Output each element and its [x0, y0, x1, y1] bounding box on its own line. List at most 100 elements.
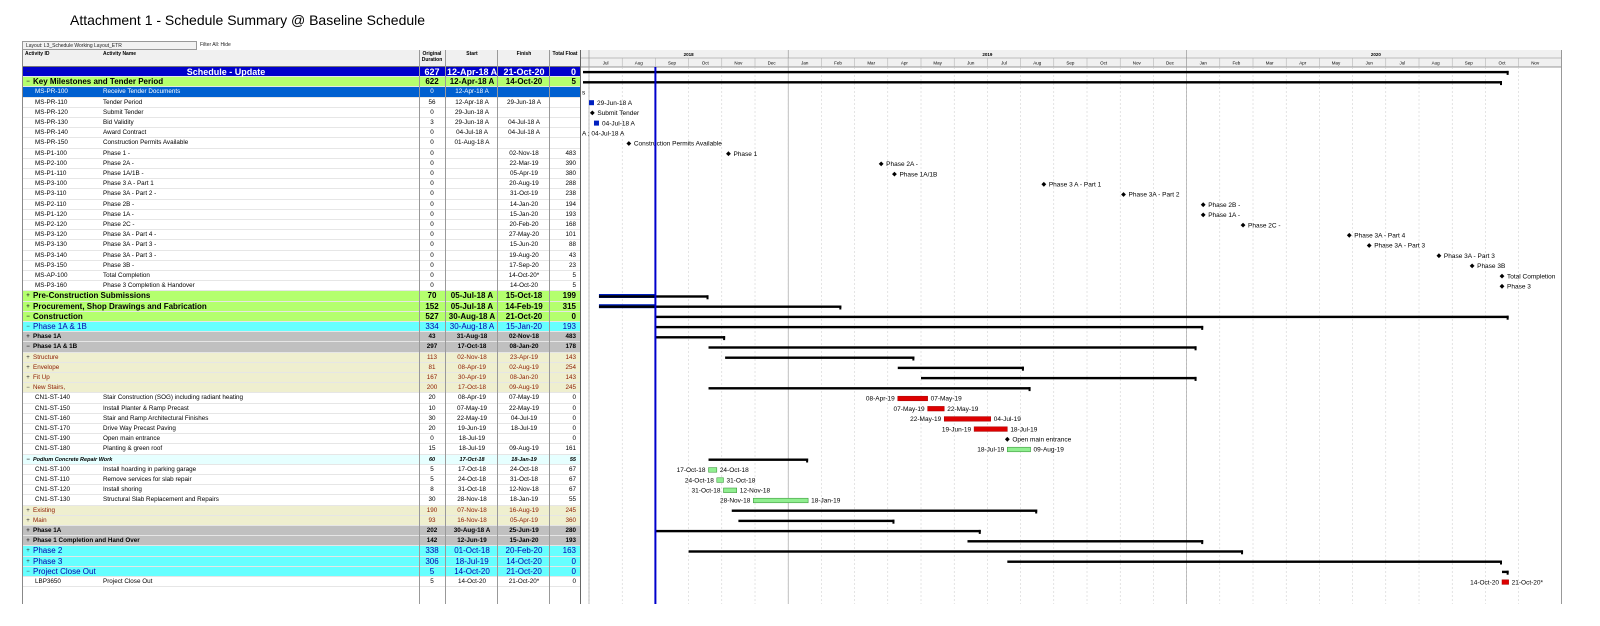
bar-finish-label: 18-Jan-19 — [811, 498, 841, 505]
summary-bar[interactable] — [655, 315, 1509, 319]
summary-bar[interactable] — [598, 295, 709, 298]
expand-icon[interactable]: + — [24, 291, 32, 301]
milestone-marker[interactable] — [1366, 243, 1372, 248]
milestone-marker[interactable] — [589, 110, 595, 116]
collapse-icon[interactable]: − — [24, 67, 32, 77]
noncritical-bar[interactable] — [716, 477, 724, 483]
col-header-total-float[interactable]: Total Float — [551, 51, 579, 57]
collapse-icon[interactable]: − — [24, 342, 32, 352]
summary-bar[interactable] — [655, 336, 726, 339]
critical-bar[interactable] — [927, 406, 945, 412]
expand-icon[interactable]: + — [24, 516, 32, 526]
month-label: Jan — [801, 61, 809, 66]
expand-icon[interactable]: + — [24, 546, 32, 556]
start-date: 17-Oct-18 — [457, 343, 487, 351]
expand-icon[interactable]: + — [24, 353, 32, 363]
col-header-activity-name[interactable]: Activity Name — [103, 51, 203, 57]
expand-icon[interactable]: + — [24, 536, 32, 546]
original-duration: 0 — [430, 149, 434, 157]
summary-bar[interactable] — [897, 366, 1024, 370]
expand-icon[interactable]: + — [24, 363, 32, 373]
col-header-activity-id[interactable]: Activity ID — [25, 51, 95, 57]
critical-bar[interactable] — [1501, 579, 1509, 585]
summary-bar[interactable] — [1007, 560, 1502, 563]
original-duration: 60 — [428, 456, 436, 463]
activity-id: MS-AP-100 — [35, 272, 68, 279]
collapse-icon[interactable]: − — [24, 455, 32, 465]
summary-bar[interactable] — [708, 387, 1031, 390]
collapse-icon[interactable]: − — [24, 312, 32, 322]
month-label: May — [1332, 61, 1341, 66]
milestone-marker[interactable] — [1436, 253, 1442, 259]
summary-bar[interactable] — [655, 529, 981, 533]
col-header-finish[interactable]: Finish — [499, 51, 549, 57]
critical-bar[interactable] — [897, 395, 928, 402]
col-header-duration[interactable]: Original Duration — [421, 51, 443, 63]
layout-toolbar: Layout: L3_Schedule Working Layout_ETR F… — [22, 41, 582, 50]
gantt-chart[interactable]: 2018 2019 2020 Jul Aug Sep Oct Nov Dec Jan Feb Mar A… — [580, 50, 1562, 604]
summary-bar[interactable] — [738, 519, 895, 523]
critical-bar[interactable] — [943, 416, 991, 422]
milestone-marker[interactable] — [1004, 436, 1010, 442]
summary-bar[interactable] — [655, 325, 1204, 329]
original-duration: 334 — [425, 322, 439, 331]
start-date — [447, 200, 497, 210]
expand-icon[interactable]: + — [24, 526, 32, 536]
milestone-marker[interactable] — [878, 161, 884, 167]
summary-bar[interactable] — [731, 509, 1038, 512]
critical-bar[interactable] — [973, 426, 1008, 432]
noncritical-bar[interactable] — [723, 487, 737, 493]
activity-id: MS-PR-150 — [35, 139, 68, 147]
summary-bar[interactable] — [583, 70, 1509, 74]
expand-icon[interactable]: + — [24, 332, 32, 342]
collapse-icon[interactable]: − — [24, 322, 32, 332]
layout-selector[interactable]: Layout: L3_Schedule Working Layout_ETR — [22, 41, 197, 50]
expand-icon[interactable]: + — [24, 557, 32, 567]
activity-name: Phase 2A - — [103, 159, 134, 167]
milestone-marker[interactable] — [726, 151, 731, 157]
activity-name: Planting & green roof — [103, 445, 163, 453]
milestone-marker[interactable] — [1240, 222, 1246, 228]
summary-bar[interactable] — [688, 550, 1244, 553]
expand-icon[interactable]: + — [24, 302, 32, 312]
milestone-marker[interactable] — [626, 141, 632, 146]
total-float — [551, 138, 579, 148]
start-date: 31-Oct-18 — [458, 486, 486, 494]
actual-bar[interactable] — [593, 120, 599, 126]
noncritical-bar[interactable] — [1007, 446, 1031, 453]
milestone-marker[interactable] — [1499, 283, 1505, 289]
summary-bar-end — [912, 356, 915, 361]
activity-name: Construction Permits Available — [103, 139, 189, 147]
milestone-marker[interactable] — [1499, 273, 1505, 279]
summary-bar[interactable] — [583, 81, 1502, 84]
milestone-marker[interactable] — [892, 171, 897, 177]
milestone-marker[interactable] — [1041, 181, 1047, 187]
filter-indicator[interactable]: Filter All: Hide — [197, 41, 317, 50]
actual-bar[interactable] — [589, 100, 594, 106]
summary-bar[interactable] — [598, 305, 842, 308]
milestone-marker[interactable] — [1469, 263, 1475, 269]
finish-date: 22-Mar-19 — [509, 159, 539, 167]
milestone-label: Phase 1 — [733, 151, 757, 158]
original-duration: 8 — [430, 486, 434, 494]
expand-icon[interactable]: + — [24, 506, 32, 516]
milestone-marker[interactable] — [1200, 202, 1206, 208]
col-header-start[interactable]: Start — [447, 51, 497, 57]
summary-bar[interactable] — [967, 540, 1204, 543]
activity-id: MS-P3-110 — [35, 190, 67, 198]
milestone-marker[interactable] — [1200, 212, 1206, 218]
collapse-icon[interactable]: − — [24, 383, 32, 393]
milestone-marker[interactable] — [1346, 232, 1352, 238]
noncritical-bar[interactable] — [708, 467, 718, 473]
noncritical-bar[interactable] — [753, 497, 809, 504]
summary-bar[interactable] — [708, 458, 809, 461]
summary-bar[interactable] — [921, 376, 1197, 380]
collapse-icon[interactable]: − — [24, 567, 32, 577]
milestone-marker[interactable] — [1121, 192, 1126, 197]
activity-name: Stair Construction (SOG) including radia… — [103, 394, 244, 402]
milestone-label: Phase 1A - — [1208, 212, 1240, 219]
summary-bar[interactable] — [708, 346, 1197, 349]
expand-icon[interactable]: + — [24, 373, 32, 383]
collapse-icon[interactable]: − — [24, 77, 32, 87]
summary-bar[interactable] — [725, 356, 915, 359]
